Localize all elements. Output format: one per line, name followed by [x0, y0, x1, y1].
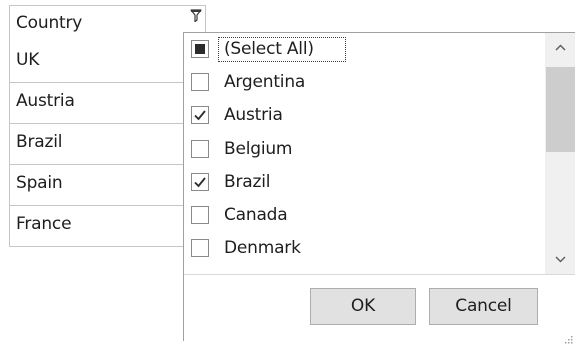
checkbox[interactable] [191, 239, 209, 257]
item-label: Canada [224, 205, 288, 225]
list-item-select-all[interactable]: (Select All) [184, 34, 544, 67]
chevron-down-icon[interactable] [545, 244, 575, 274]
cancel-button[interactable]: Cancel [429, 288, 538, 325]
vertical-scrollbar[interactable] [545, 33, 575, 274]
scroll-thumb[interactable] [546, 67, 575, 152]
resize-grip-icon[interactable] [562, 330, 574, 344]
cell-country: UK [16, 50, 40, 70]
item-label: Argentina [224, 72, 306, 92]
country-column: Country UK Austria Brazil Spain France [9, 5, 206, 259]
checkbox[interactable] [191, 73, 209, 91]
cell-country: Brazil [16, 132, 63, 152]
table-row[interactable]: France [9, 206, 206, 247]
cell-country: Austria [16, 91, 75, 111]
cell-country: Spain [16, 173, 63, 193]
column-header-country[interactable]: Country [9, 5, 206, 43]
item-label: Belgium [224, 139, 293, 159]
checkbox-select-all[interactable] [191, 40, 209, 58]
checkbox[interactable] [191, 206, 209, 224]
item-label: Brazil [224, 172, 271, 192]
item-label: Denmark [224, 238, 301, 258]
indeterminate-mark [195, 44, 205, 54]
chevron-up-icon[interactable] [545, 33, 575, 63]
item-label: Austria [224, 105, 283, 125]
list-item[interactable]: Argentina [184, 67, 544, 100]
column-header-label: Country [16, 13, 83, 33]
checkmark-icon [194, 110, 206, 121]
list-item[interactable]: Canada [184, 200, 544, 233]
list-item[interactable]: Denmark [184, 233, 544, 266]
list-item[interactable]: Belgium [184, 134, 544, 167]
checkbox[interactable] [191, 173, 209, 191]
list-item[interactable]: Brazil [184, 167, 544, 200]
item-label: (Select All) [224, 39, 314, 59]
checkbox[interactable] [191, 140, 209, 158]
popup-footer: OK Cancel [184, 274, 575, 344]
checkmark-icon [194, 177, 206, 188]
filter-popup: (Select All) Argentina Austria Belgium B… [183, 32, 575, 344]
ok-button[interactable]: OK [310, 288, 416, 325]
filter-checklist: (Select All) Argentina Austria Belgium B… [184, 33, 575, 274]
table-row[interactable]: UK [9, 42, 206, 83]
table-row[interactable]: Austria [9, 83, 206, 124]
cell-country: France [16, 214, 72, 234]
table-row[interactable]: Brazil [9, 124, 206, 165]
checkbox[interactable] [191, 106, 209, 124]
filter-icon[interactable] [190, 8, 202, 23]
list-item[interactable]: Austria [184, 100, 544, 133]
table-row[interactable]: Spain [9, 165, 206, 206]
